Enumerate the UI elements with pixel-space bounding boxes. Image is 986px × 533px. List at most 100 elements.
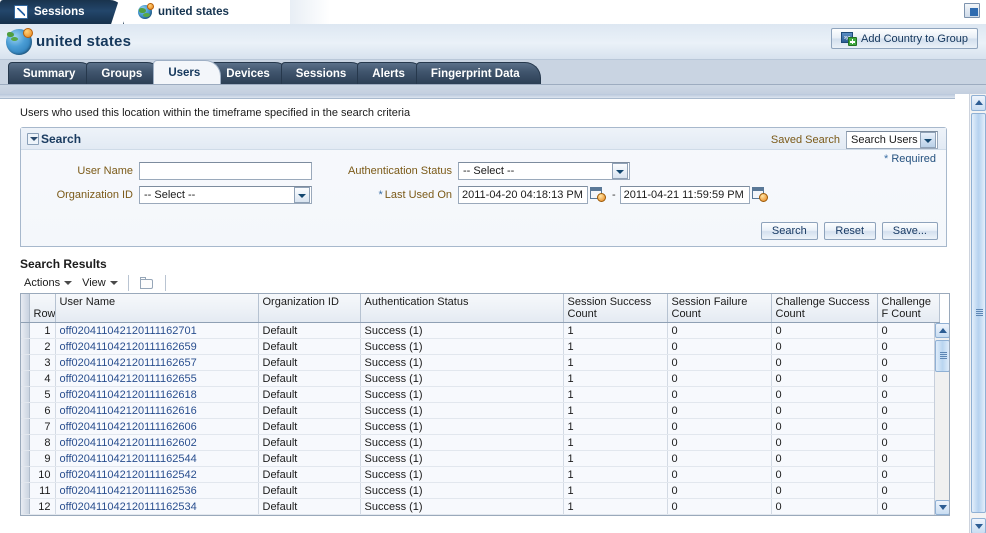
cell-session-success-count: 1 bbox=[563, 402, 668, 419]
page-vertical-scrollbar[interactable] bbox=[969, 94, 986, 533]
tab-label: Groups bbox=[101, 67, 143, 80]
cell-session-success-count: 1 bbox=[563, 498, 668, 515]
row-gutter-cell[interactable] bbox=[21, 418, 30, 435]
calendar-clock-icon[interactable] bbox=[751, 187, 768, 202]
page-title: united states bbox=[36, 33, 132, 50]
table-row[interactable]: 7 off020411042120111162606 Default Success … bbox=[21, 418, 940, 435]
tab-devices[interactable]: Devices bbox=[211, 62, 291, 84]
calendar-clock-icon[interactable] bbox=[590, 187, 606, 202]
tab-sessions[interactable]: Sessions bbox=[280, 62, 368, 84]
results-table-container: Row User Name Organization ID Authentica… bbox=[20, 293, 950, 516]
cell-challenge-failure-count: 0 bbox=[877, 466, 940, 483]
column-header-row[interactable]: Row bbox=[29, 294, 56, 323]
last-used-on-to-input[interactable] bbox=[619, 185, 750, 204]
table-row[interactable]: 2 off020411042120111162659 Default Success … bbox=[21, 338, 940, 355]
row-gutter-cell[interactable] bbox=[21, 338, 30, 355]
save-button[interactable]: Save... bbox=[881, 222, 938, 240]
column-header-user-name[interactable]: User Name bbox=[55, 294, 259, 323]
table-row[interactable]: 10 off020411042120111162542 Default Success… bbox=[21, 466, 940, 483]
chevron-down-icon[interactable] bbox=[27, 132, 39, 145]
cell-user-name[interactable]: off020411042120111162618 bbox=[55, 386, 259, 403]
cell-session-failure-count: 0 bbox=[667, 354, 772, 371]
cell-user-name[interactable]: off020411042120111162536 bbox=[55, 482, 259, 499]
cell-user-name[interactable]: off020411042120111162606 bbox=[55, 418, 259, 435]
cell-user-name[interactable]: off020411042120111162544 bbox=[55, 450, 259, 467]
cell-user-name[interactable]: off020411042120111162616 bbox=[55, 402, 259, 419]
scroll-down-button[interactable] bbox=[935, 500, 949, 515]
restore-window-icon[interactable]: x bbox=[964, 3, 980, 18]
cell-user-name[interactable]: off020411042120111162542 bbox=[55, 466, 259, 483]
browser-tab-united-states[interactable]: united states bbox=[124, 0, 290, 24]
cell-challenge-failure-count: 0 bbox=[877, 402, 940, 419]
globe-pin-icon bbox=[138, 3, 154, 19]
cell-authentication-status: Success (1) bbox=[360, 322, 564, 339]
table-row[interactable]: 11 off020411042120111162536 Default Success… bbox=[21, 482, 940, 499]
cell-user-name[interactable]: off020411042120111162602 bbox=[55, 434, 259, 451]
saved-search-label: Saved Search bbox=[770, 134, 840, 146]
page-scroll-up-button[interactable] bbox=[971, 95, 986, 111]
scroll-thumb[interactable] bbox=[935, 340, 949, 372]
tab-summary[interactable]: Summary bbox=[8, 62, 97, 84]
cell-challenge-failure-count: 0 bbox=[877, 434, 940, 451]
row-gutter-cell[interactable] bbox=[21, 386, 30, 403]
cell-session-failure-count: 0 bbox=[667, 370, 772, 387]
cell-session-success-count: 1 bbox=[563, 370, 668, 387]
row-gutter-cell[interactable] bbox=[21, 482, 30, 499]
globe-pin-icon bbox=[6, 27, 33, 55]
view-menu[interactable]: View bbox=[82, 277, 118, 289]
tab-label: Summary bbox=[23, 67, 76, 80]
table-row[interactable]: 3 off020411042120111162657 Default Success … bbox=[21, 354, 940, 371]
table-row[interactable]: 4 off020411042120111162655 Default Success … bbox=[21, 370, 940, 387]
scroll-up-button[interactable] bbox=[935, 323, 949, 338]
table-row[interactable]: 8 off020411042120111162602 Default Success … bbox=[21, 434, 940, 451]
row-gutter-cell[interactable] bbox=[21, 402, 30, 419]
column-header-challenge-failure-count[interactable]: Challenge F Count bbox=[877, 294, 940, 323]
authentication-status-select[interactable]: -- Select -- bbox=[458, 161, 630, 180]
tab-fingerprint-data[interactable]: Fingerprint Data bbox=[415, 62, 541, 84]
column-header-challenge-success-count[interactable]: Challenge Success Count bbox=[771, 294, 878, 323]
cell-user-name[interactable]: off020411042120111162657 bbox=[55, 354, 259, 371]
table-row[interactable]: 6 off020411042120111162616 Default Success … bbox=[21, 402, 940, 419]
row-gutter-cell[interactable] bbox=[21, 450, 30, 467]
last-used-on-from-input[interactable] bbox=[458, 185, 588, 204]
reset-button[interactable]: Reset bbox=[823, 222, 876, 240]
cell-organization-id: Default bbox=[258, 450, 361, 467]
cell-user-name[interactable]: off020411042120111162701 bbox=[55, 322, 259, 339]
column-header-authentication-status[interactable]: Authentication Status bbox=[360, 294, 564, 323]
row-gutter-cell[interactable] bbox=[21, 354, 30, 371]
cell-challenge-success-count: 0 bbox=[771, 386, 878, 403]
cell-user-name[interactable]: off020411042120111162659 bbox=[55, 338, 259, 355]
actions-menu[interactable]: Actions bbox=[24, 277, 73, 289]
tab-groups[interactable]: Groups bbox=[86, 62, 164, 84]
row-gutter-cell[interactable] bbox=[21, 322, 30, 339]
table-row[interactable]: 9 off020411042120111162544 Default Success … bbox=[21, 450, 940, 467]
row-gutter-cell[interactable] bbox=[21, 370, 30, 387]
add-country-to-group-button[interactable]: xyz Add Country to Group bbox=[830, 28, 978, 49]
browser-tab-sessions[interactable]: Sessions bbox=[0, 0, 124, 24]
user-name-input[interactable] bbox=[139, 161, 312, 180]
cell-user-name[interactable]: off020411042120111162655 bbox=[55, 370, 259, 387]
search-button[interactable]: Search bbox=[760, 222, 818, 240]
cell-challenge-success-count: 0 bbox=[771, 498, 878, 515]
row-gutter-cell[interactable] bbox=[21, 498, 30, 515]
browser-tab-label: united states bbox=[158, 6, 229, 18]
cell-user-name[interactable]: off020411042120111162534 bbox=[55, 498, 259, 515]
column-header-session-success-count[interactable]: Session Success Count bbox=[563, 294, 668, 323]
column-header-session-failure-count[interactable]: Session Failure Count bbox=[667, 294, 772, 323]
column-header-organization-id[interactable]: Organization ID bbox=[258, 294, 361, 323]
saved-search-select[interactable]: Search Users bbox=[846, 131, 938, 149]
cell-session-success-count: 1 bbox=[563, 466, 668, 483]
organization-id-select[interactable]: -- Select -- bbox=[139, 185, 312, 204]
page-scroll-thumb[interactable] bbox=[971, 113, 986, 513]
chevron-down-icon bbox=[294, 186, 310, 203]
row-gutter-cell[interactable] bbox=[21, 434, 30, 451]
table-row[interactable]: 1 off020411042120111162701 Default Success … bbox=[21, 322, 940, 339]
table-row[interactable]: 12 off020411042120111162534 Default Success… bbox=[21, 498, 940, 515]
page-scroll-down-button[interactable] bbox=[971, 518, 986, 533]
detach-folder-icon[interactable] bbox=[139, 276, 155, 290]
table-vertical-scrollbar[interactable] bbox=[934, 323, 949, 515]
table-row[interactable]: 5 off020411042120111162618 Default Success … bbox=[21, 386, 940, 403]
cell-authentication-status: Success (1) bbox=[360, 386, 564, 403]
tab-users[interactable]: Users bbox=[153, 60, 222, 84]
row-gutter-cell[interactable] bbox=[21, 466, 30, 483]
